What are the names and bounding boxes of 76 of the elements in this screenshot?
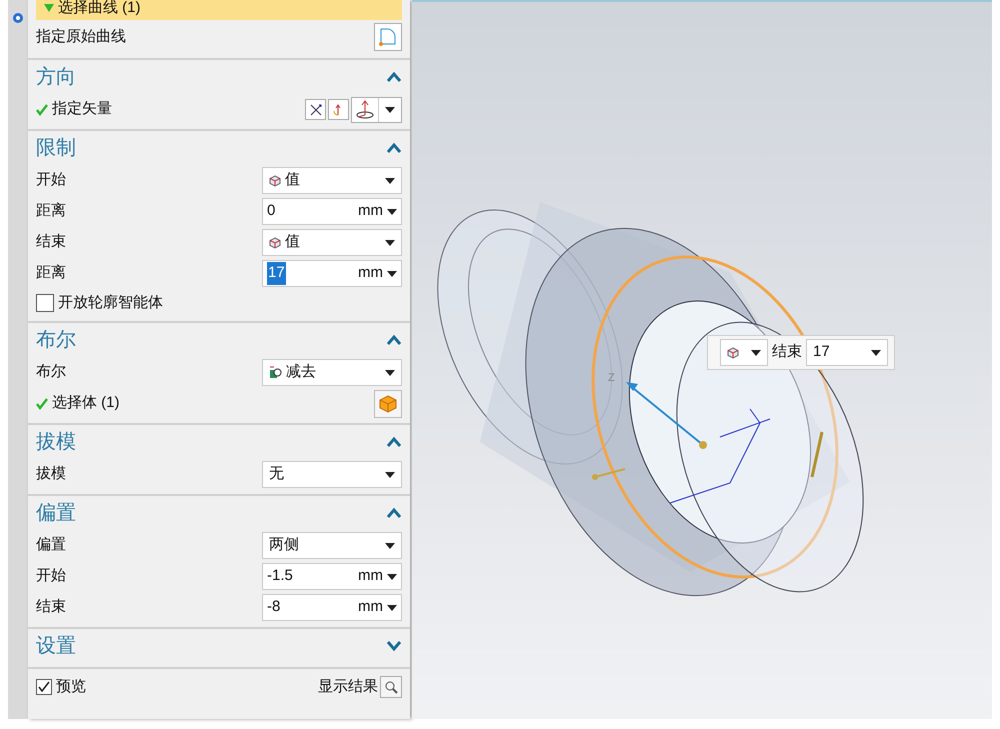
reverse-icon [308, 102, 322, 116]
type-dropdown[interactable] [720, 339, 768, 366]
section-header[interactable]: 设置 [36, 629, 402, 663]
distance-input[interactable]: 17 mm [262, 260, 402, 287]
search-button[interactable] [380, 676, 402, 698]
cube-icon [727, 346, 739, 358]
cube-icon [378, 394, 398, 414]
chevron-up-icon [386, 436, 402, 448]
input-value: -8 [267, 597, 280, 618]
field-label: 结束 [36, 232, 66, 252]
end-label: 结束 [772, 342, 802, 362]
field-label: 距离 [36, 201, 66, 222]
dropdown[interactable]: 值 [262, 167, 402, 194]
caret-icon [751, 350, 761, 356]
show-result-label: 显示结果 [318, 676, 378, 697]
reverse-direction-button[interactable] [305, 99, 326, 120]
section-header[interactable]: 方向 [36, 60, 402, 94]
field-label: 开始 [36, 566, 66, 586]
field-label: 结束 [36, 597, 66, 618]
unit-label: mm [358, 201, 383, 222]
app-icon [12, 12, 24, 24]
axis-label: Z [608, 371, 615, 386]
checkbox-option[interactable]: 开放轮廓智能体 [36, 289, 402, 317]
preview-checkbox[interactable]: 预览 [36, 676, 86, 698]
caret-icon [387, 208, 397, 214]
dropdown[interactable]: 两侧 [262, 532, 402, 559]
caret-icon [871, 350, 881, 356]
caret-icon [385, 178, 395, 184]
input-value: 17 [267, 262, 286, 285]
field-label: 指定原始曲线 [36, 26, 126, 47]
section-header[interactable]: 布尔 [36, 323, 402, 357]
field-label: 距离 [36, 263, 66, 284]
caret-icon [387, 270, 397, 276]
unit-label: mm [358, 566, 383, 586]
curve-button[interactable] [374, 23, 402, 51]
unit-label: mm [358, 597, 383, 618]
vector-dialog-button[interactable] [328, 99, 349, 120]
section-header[interactable]: 拔模 [36, 425, 402, 459]
caret-icon [385, 106, 395, 112]
chevron-up-icon [386, 71, 402, 83]
input-value: 0 [267, 201, 276, 222]
field-label: 开始 [36, 170, 66, 190]
cube-icon [269, 174, 281, 186]
distance-input[interactable]: -8 mm [262, 594, 402, 621]
search-icon [384, 680, 398, 694]
vector-type-dropdown[interactable] [351, 96, 402, 122]
distance-input[interactable]: 0 mm [262, 198, 402, 225]
caret-icon [385, 472, 395, 478]
caret-icon [387, 604, 397, 610]
field-label: 指定矢量 [52, 99, 112, 120]
chevron-up-icon [386, 334, 402, 346]
caret-icon [387, 574, 397, 580]
dropdown[interactable]: 值 [262, 229, 402, 256]
offset-handle[interactable] [592, 468, 626, 480]
field-label: 拔模 [36, 464, 66, 484]
caret-icon [385, 240, 395, 246]
end-value-dropdown[interactable]: 17 [806, 339, 888, 366]
dropdown[interactable]: 减去 [262, 359, 402, 386]
cube-icon [269, 236, 281, 248]
subtract-icon [269, 366, 282, 379]
section-header[interactable]: 偏置 [36, 496, 402, 530]
select-body-button[interactable] [374, 390, 402, 418]
field-label: 布尔 [36, 362, 66, 382]
caret-icon [385, 370, 395, 376]
distance-input[interactable]: -1.5 mm [262, 563, 402, 590]
chevron-down-icon [386, 640, 402, 652]
field-label: 选择体 (1) [52, 393, 120, 414]
caret-icon [385, 542, 395, 548]
dropdown[interactable]: 无 [262, 461, 402, 488]
field-label: 偏置 [36, 535, 66, 556]
chevron-up-icon [386, 507, 402, 519]
chevron-up-icon [386, 142, 402, 154]
section-header[interactable]: 限制 [36, 131, 402, 165]
input-value: -1.5 [267, 566, 293, 586]
z-axis-arrow[interactable] [626, 382, 707, 449]
unit-label: mm [358, 263, 383, 284]
